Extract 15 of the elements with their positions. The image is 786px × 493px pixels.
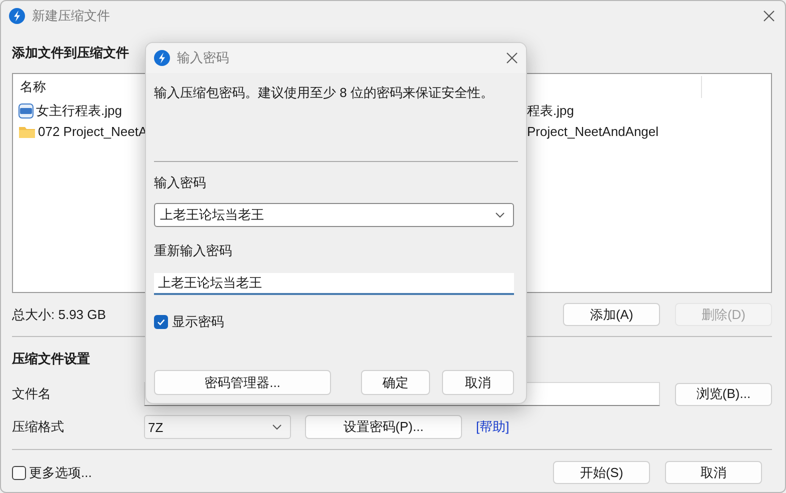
filename-label: 文件名: [12, 385, 52, 403]
confirm-password-label: 重新输入密码: [154, 243, 233, 259]
column-header: 名称: [20, 78, 46, 96]
window-title: 新建压缩文件: [32, 7, 111, 25]
table-cell: Project_NeetAndAngel: [527, 124, 659, 139]
section-heading: 压缩文件设置: [12, 351, 90, 367]
table-cell: 程表.jpg: [527, 102, 574, 120]
dialog-title: 输入密码: [177, 49, 230, 67]
description-text: 输入压缩包密码。建议使用至少 8 位的密码来保证安全性。: [154, 85, 494, 101]
total-size-label: 总大小: 5.93 GB: [12, 306, 106, 324]
password-label: 输入密码: [154, 175, 207, 191]
more-options-label: 更多选项...: [29, 464, 92, 482]
format-label: 压缩格式: [12, 418, 65, 436]
show-password-label: 显示密码: [172, 313, 224, 331]
section-heading: 添加文件到压缩文件: [12, 45, 129, 61]
